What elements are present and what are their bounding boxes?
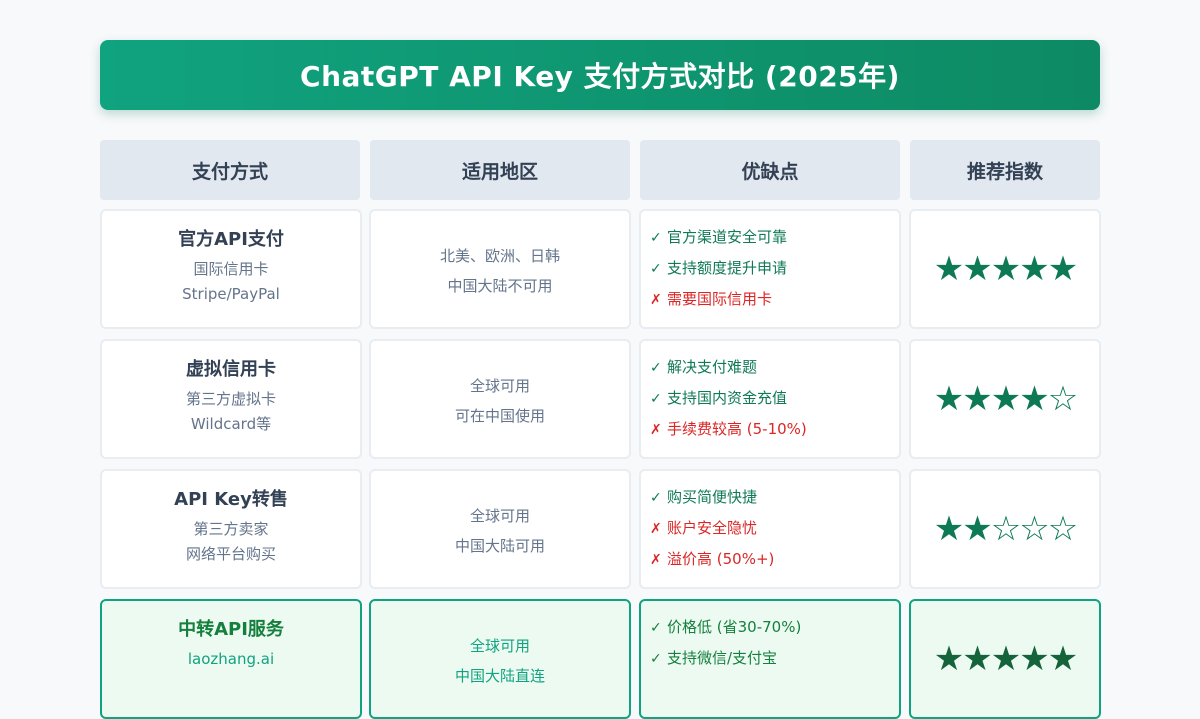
- cell-pros-cons: ✓ 购买简便快捷 ✗ 账户安全隐忧 ✗ 溢价高 (50%+): [639, 469, 901, 589]
- check-icon: ✓: [650, 360, 662, 376]
- region-text: 中国大陆可用: [454, 537, 545, 555]
- header-region: 适用地区: [370, 140, 630, 200]
- con-item: ✗ 账户安全隐忧: [650, 513, 899, 544]
- point-text: 溢价高 (50%+): [667, 550, 775, 568]
- cell-payment-method: 中转API服务 laozhang.ai: [100, 599, 362, 719]
- point-text: 需要国际信用卡: [667, 290, 773, 308]
- method-detail: 网络平台购买: [185, 545, 276, 563]
- cell-region: 全球可用可在中国使用: [369, 339, 631, 459]
- region-text: 中国大陆直连: [454, 667, 545, 685]
- star-rating: ★★★★☆: [933, 379, 1078, 419]
- point-text: 手续费较高 (5-10%): [667, 420, 807, 438]
- header-payment-method: 支付方式: [100, 140, 360, 200]
- pro-item: ✓ 支持微信/支付宝: [650, 643, 899, 674]
- pro-item: ✓ 支持国内资金充值: [650, 383, 899, 414]
- header-rating: 推荐指数: [910, 140, 1100, 200]
- point-text: 解决支付难题: [667, 358, 758, 376]
- con-item: ✗ 溢价高 (50%+): [650, 544, 899, 575]
- header-pros-cons: 优缺点: [640, 140, 900, 200]
- region-text: 全球可用: [469, 377, 530, 395]
- star-rating: ★★☆☆☆: [933, 509, 1078, 549]
- method-detail: 第三方卖家: [193, 520, 269, 538]
- cell-rating: ★★★★☆: [909, 339, 1101, 459]
- check-icon: ✓: [650, 230, 662, 246]
- region-text: 全球可用: [469, 507, 530, 525]
- pro-item: ✓ 支持额度提升申请: [650, 253, 899, 284]
- cell-region: 北美、欧洲、日韩 中国大陆不可用: [369, 209, 631, 329]
- cell-rating: ★★☆☆☆: [909, 469, 1101, 589]
- point-text: 支持额度提升申请: [667, 259, 788, 277]
- method-name: 中转API服务: [178, 619, 284, 640]
- cell-payment-method: 官方API支付 国际信用卡 Stripe/PayPal: [100, 209, 362, 329]
- point-text: 购买简便快捷: [667, 488, 758, 506]
- point-text: 支持微信/支付宝: [667, 649, 778, 667]
- title-banner: ChatGPT API Key 支付方式对比 (2025年): [100, 40, 1100, 110]
- cell-payment-method: 虚拟信用卡第三方虚拟卡 Wildcard等: [100, 339, 362, 459]
- pro-item: ✓ 购买简便快捷: [650, 482, 899, 513]
- check-icon: ✓: [650, 391, 662, 407]
- star-rating: ★★★★★: [933, 249, 1078, 289]
- method-detail: 第三方虚拟卡: [185, 390, 276, 408]
- con-item: ✗ 手续费较高 (5-10%): [650, 414, 899, 445]
- method-detail: laozhang.ai: [187, 650, 275, 668]
- page-title: ChatGPT API Key 支付方式对比 (2025年): [300, 60, 900, 93]
- point-text: 账户安全隐忧: [667, 519, 758, 537]
- cell-rating: ★★★★★: [909, 209, 1101, 329]
- point-text: 价格低 (省30-70%): [667, 618, 802, 636]
- check-icon: ✓: [650, 261, 662, 277]
- region-text: 全球可用: [469, 637, 530, 655]
- cell-payment-method: API Key转售 第三方卖家网络平台购买: [100, 469, 362, 589]
- method-detail: 国际信用卡: [193, 260, 269, 278]
- cross-icon: ✗: [650, 292, 662, 308]
- cell-pros-cons: ✓ 官方渠道安全可靠 ✓ 支持额度提升申请 ✗ 需要国际信用卡: [639, 209, 901, 329]
- method-detail: Stripe/PayPal: [182, 285, 280, 303]
- region-text: 可在中国使用: [454, 407, 545, 425]
- point-text: 支持国内资金充值: [667, 389, 788, 407]
- method-name: API Key转售: [174, 489, 288, 510]
- cell-region: 全球可用中国大陆可用: [369, 469, 631, 589]
- method-name: 虚拟信用卡: [186, 359, 276, 380]
- con-item: ✗ 需要国际信用卡: [650, 284, 899, 315]
- cell-region: 全球可用中国大陆直连: [369, 599, 631, 719]
- pro-item: ✓ 解决支付难题: [650, 352, 899, 383]
- check-icon: ✓: [650, 651, 662, 667]
- cell-pros-cons: ✓ 价格低 (省30-70%) ✓ 支持微信/支付宝: [639, 599, 901, 719]
- check-icon: ✓: [650, 490, 662, 506]
- cross-icon: ✗: [650, 552, 662, 568]
- cross-icon: ✗: [650, 422, 662, 438]
- method-name: 官方API支付: [178, 229, 284, 250]
- cell-pros-cons: ✓ 解决支付难题 ✓ 支持国内资金充值 ✗ 手续费较高 (5-10%): [639, 339, 901, 459]
- cross-icon: ✗: [650, 521, 662, 537]
- cell-rating: ★★★★★: [909, 599, 1101, 719]
- pro-item: ✓ 价格低 (省30-70%): [650, 612, 899, 643]
- method-detail: Wildcard等: [190, 415, 272, 433]
- point-text: 官方渠道安全可靠: [667, 228, 788, 246]
- star-rating: ★★★★★: [933, 639, 1078, 679]
- region-text: 北美、欧洲、日韩: [439, 247, 560, 265]
- check-icon: ✓: [650, 620, 662, 636]
- pro-item: ✓ 官方渠道安全可靠: [650, 222, 899, 253]
- region-text: 中国大陆不可用: [447, 277, 553, 295]
